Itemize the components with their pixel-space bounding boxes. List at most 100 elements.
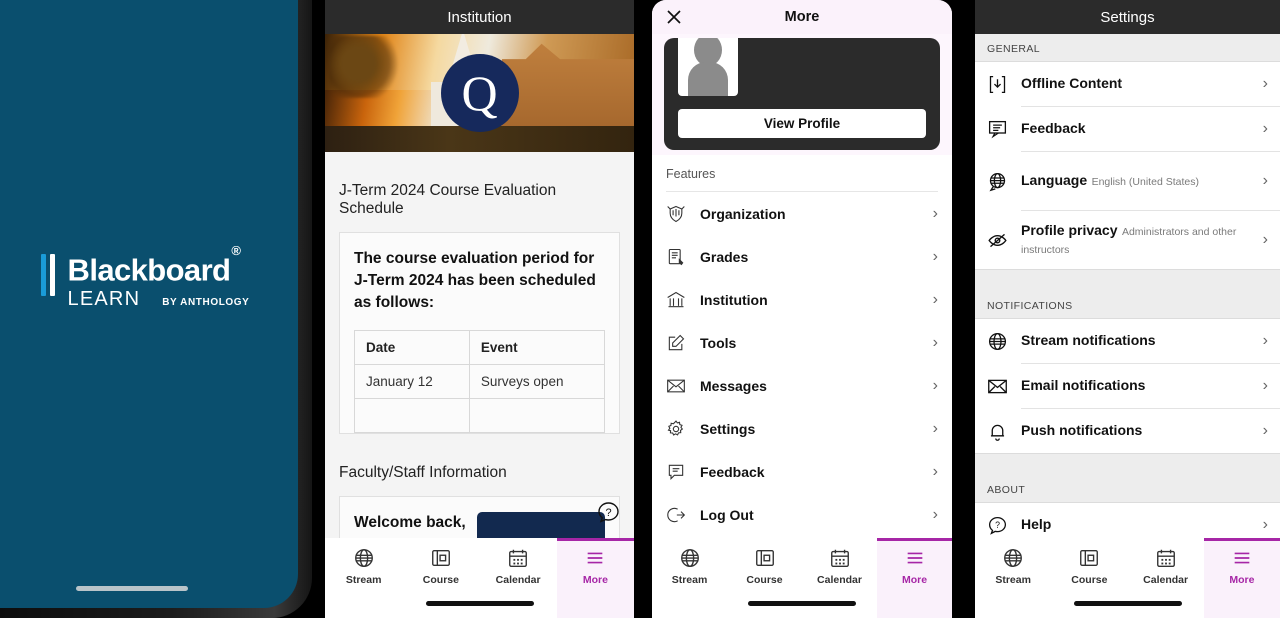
nav-tab-course-label: Course [746,574,783,586]
nav-tab-stream[interactable]: Stream [325,538,402,618]
group-spacer [975,269,1280,291]
trademark-symbol: ® [231,243,241,258]
close-icon[interactable] [665,8,683,26]
home-indicator [1073,601,1182,606]
globe-icon [353,547,375,569]
byline: BY ANTHOLOGY [162,297,250,309]
more-item-organization[interactable]: Organization › [666,192,938,235]
profile-card: View Profile [664,38,940,150]
settings-item-label: Language [1021,172,1088,188]
settings-item-profile-privacy[interactable]: Profile privacy Administrators and other… [975,211,1280,269]
nav-tab-stream[interactable]: Stream [975,538,1051,618]
chevron-right-icon: › [932,376,938,394]
more-item-label: Feedback [700,463,765,480]
chevron-right-icon: › [1262,75,1268,92]
information-banner: INFORMATION [477,512,605,538]
more-menu-list[interactable]: Features Organization › Grades › Institu… [652,155,952,540]
more-item-logout[interactable]: Log Out › [666,493,938,536]
hamburger-icon [904,547,926,569]
chevron-right-icon: › [932,419,938,437]
column-header-event: Event [468,330,606,365]
nav-tab-calendar[interactable]: Calendar [802,538,877,618]
nav-tab-calendar[interactable]: Calendar [480,538,557,618]
institution-content[interactable]: J-Term 2024 Course Evaluation Schedule T… [325,152,634,538]
nav-tab-course[interactable]: Course [402,538,479,618]
settings-item-label: Offline Content [1021,75,1123,91]
institution-bank-icon [666,290,686,310]
chevron-right-icon: › [1262,377,1268,394]
more-item-feedback[interactable]: Feedback › [666,450,938,493]
calendar-icon [507,547,529,569]
brand-wordmark: Blackboard® [67,243,250,288]
settings-item-feedback[interactable]: Feedback › [975,107,1280,151]
more-item-label: Settings [700,420,756,437]
feedback-speech-icon [987,119,1008,140]
more-item-tools[interactable]: Tools › [666,321,938,364]
help-question-icon[interactable]: ? [596,500,622,526]
settings-item-help[interactable]: ? Help › [975,503,1280,538]
settings-item-label: Email notifications [1021,377,1146,393]
bottom-nav[interactable]: Stream Course Calendar More [975,538,1280,618]
nav-tab-course-label: Course [422,574,459,586]
settings-item-email-notifications[interactable]: Email notifications › [975,364,1280,408]
nav-tab-stream[interactable]: Stream [652,538,727,618]
settings-item-language[interactable]: Language English (United States) › [975,152,1280,210]
nav-tab-course[interactable]: Course [727,538,802,618]
faculty-card: Welcome back, INFORMATION [339,496,620,538]
bottom-nav[interactable]: Stream Course Calendar More [652,538,952,618]
nav-tab-more[interactable]: More [1203,538,1280,618]
more-item-label: Messages [700,377,767,394]
nav-tab-more-label: More [582,574,608,586]
calendar-icon [829,547,851,569]
chevron-right-icon: › [1262,231,1268,248]
nav-tab-more[interactable]: More [877,538,952,618]
announcement-heading: The course evaluation period for J-Term … [354,250,596,311]
hamburger-icon [584,547,606,569]
screenshot-stage: Blackboard® LEARN BY ANTHOLOGY Instituti… [0,0,1280,618]
bell-icon [987,421,1008,442]
avatar [678,38,738,96]
institution-q-logo: Q [440,54,519,132]
settings-list[interactable]: GENERAL Offline Content › Feedback › Lan… [975,34,1280,538]
settings-item-stream-notifications[interactable]: Stream notifications › [975,319,1280,363]
more-item-label: Tools [700,334,737,351]
settings-item-offline-content[interactable]: Offline Content › [975,62,1280,106]
settings-item-push-notifications[interactable]: Push notifications › [975,409,1280,453]
more-item-grades[interactable]: Grades › [666,235,938,278]
group-spacer [975,453,1280,475]
more-item-institution[interactable]: Institution › [666,278,938,321]
settings-item-label: Stream notifications [1021,332,1156,348]
column-header-date: Date [354,330,470,365]
nav-tab-stream-label: Stream [345,574,382,586]
settings-item-label: Help [1021,516,1052,532]
bottom-nav[interactable]: Stream Course Calendar More [325,538,634,618]
chevron-right-icon: › [932,247,938,265]
more-item-messages[interactable]: Messages › [666,364,938,407]
tools-pencil-square-icon [666,333,686,353]
nav-tab-course[interactable]: Course [1051,538,1127,618]
view-profile-label: View Profile [763,116,841,131]
nav-tab-stream-label: Stream [671,574,708,586]
nav-tab-calendar-label: Calendar [495,574,541,586]
nav-tab-more[interactable]: More [556,538,634,618]
more-item-settings[interactable]: Settings › [666,407,938,450]
privacy-eye-off-icon [987,230,1008,251]
settings-gear-icon [666,419,686,439]
features-label: Features [666,155,938,192]
feedback-speech-icon [666,462,686,482]
nav-tab-more-label: More [901,574,928,586]
nav-tab-calendar[interactable]: Calendar [1128,538,1204,618]
institution-header: Institution [325,0,634,34]
welcome-text: Welcome back, [354,514,466,531]
table-header-row: Date Event [354,330,606,365]
announcement-card: The course evaluation period for J-Term … [339,232,620,434]
svg-text:?: ? [605,507,611,519]
brand-name: Blackboard [67,252,231,288]
institution-header-title: Institution [447,8,512,26]
organization-crest-icon [666,204,686,224]
language-globe-icon [987,171,1008,192]
book-icon [754,547,776,569]
chevron-right-icon: › [932,204,938,222]
chevron-right-icon: › [932,505,938,523]
view-profile-button[interactable]: View Profile [678,109,926,138]
